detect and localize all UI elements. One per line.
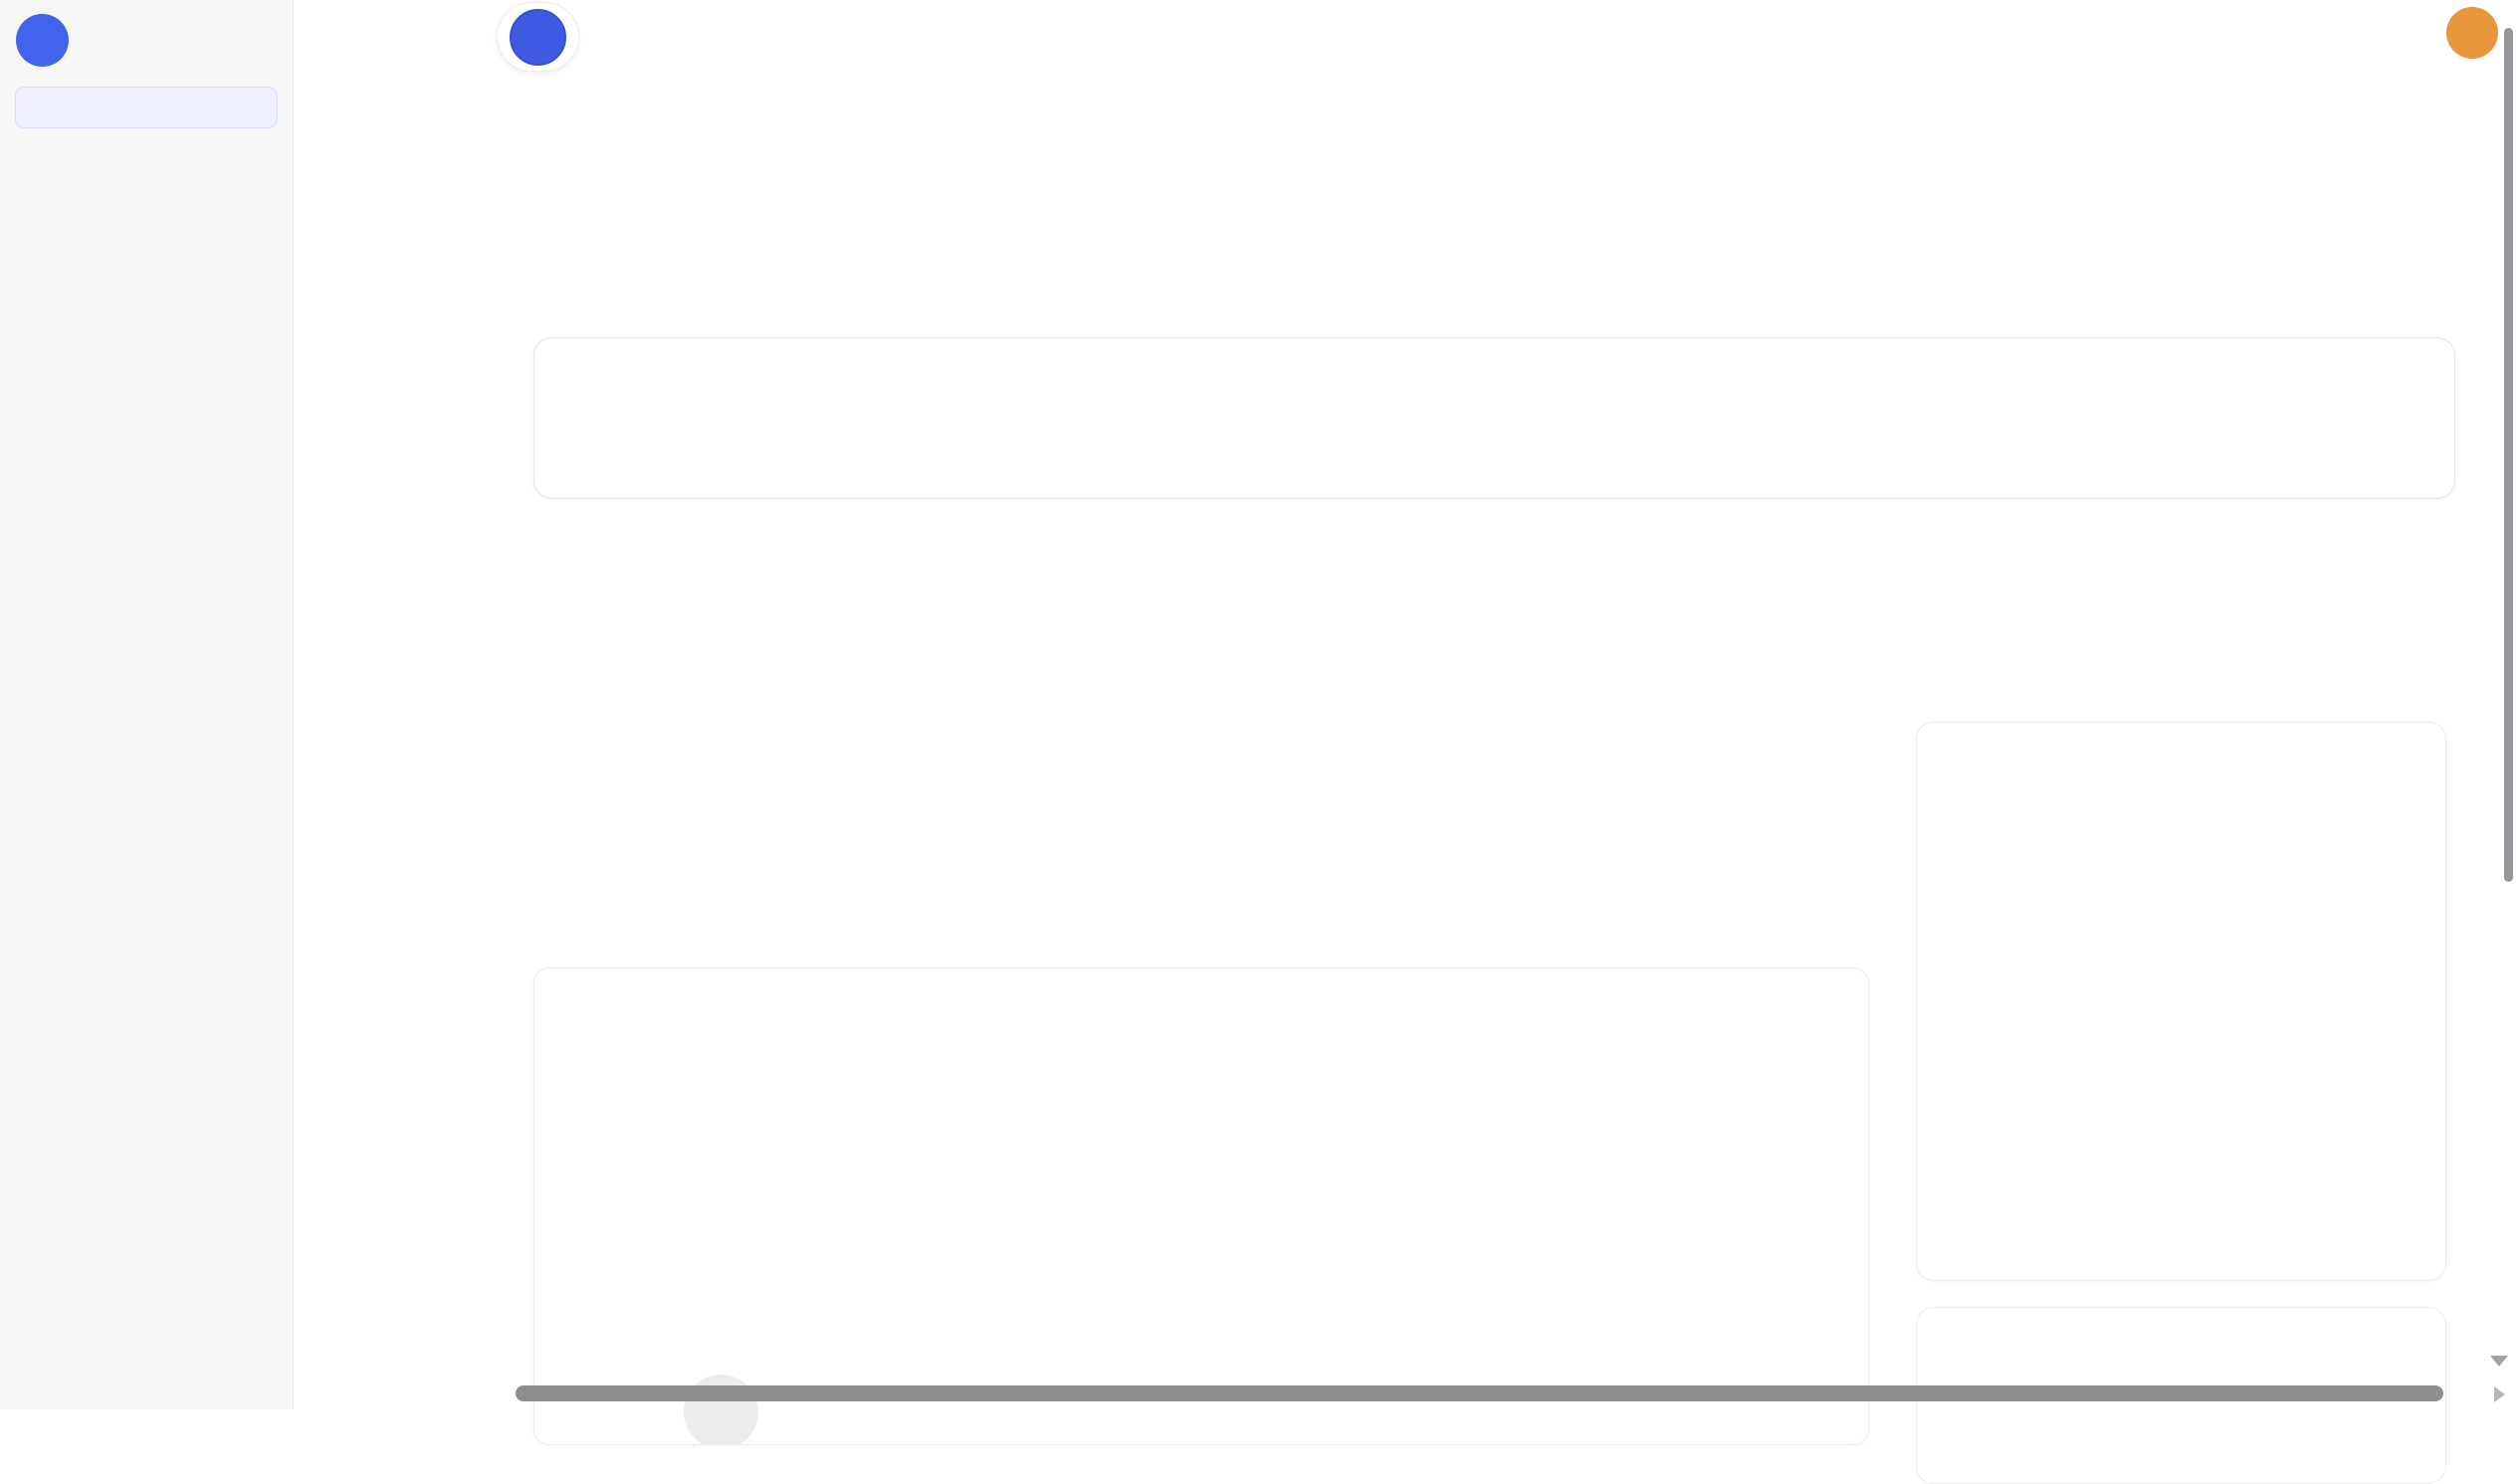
sidebar-collapse-button[interactable]: [251, 28, 277, 54]
vertical-scrollbar[interactable]: [2504, 28, 2513, 882]
schedule-card: [1916, 722, 2446, 1281]
chat-input[interactable]: [561, 368, 2154, 434]
chat-composer: [533, 337, 2455, 499]
view-all-schedule-link[interactable]: [1945, 748, 2417, 788]
horizontal-scrollbar[interactable]: [516, 1385, 2443, 1401]
project-dashboard-card: [533, 967, 1869, 1445]
sidebar: [0, 0, 294, 1409]
quick-access-pill: [497, 2, 579, 72]
scroll-right-arrow[interactable]: [2494, 1386, 2505, 1402]
scroll-down-arrow[interactable]: [2490, 1356, 2508, 1367]
assistant-avatar: [537, 197, 647, 307]
sidebar-header: [0, 0, 293, 67]
user-avatar[interactable]: [2446, 7, 2498, 59]
dashboard-grid-icon[interactable]: [2409, 641, 2444, 677]
new-chat-button[interactable]: [15, 87, 278, 128]
app-logo: [16, 14, 69, 67]
add-agent-button[interactable]: [510, 9, 566, 66]
notification-bell-button[interactable]: [2411, 15, 2443, 48]
